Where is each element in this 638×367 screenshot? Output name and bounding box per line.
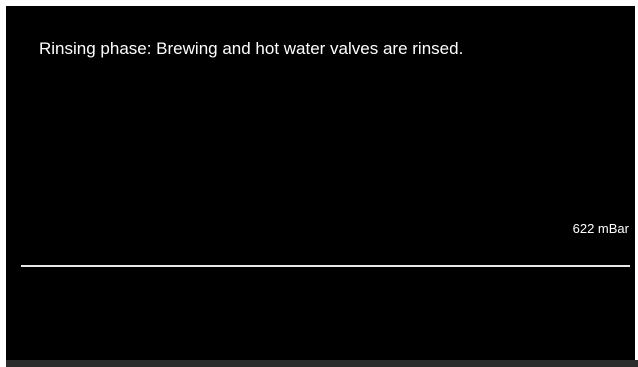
status-message: Rinsing phase: Brewing and hot water val… xyxy=(39,39,464,58)
display-frame: Rinsing phase: Brewing and hot water val… xyxy=(0,0,638,367)
bottom-bar xyxy=(6,360,638,367)
pressure-readout: 622 mBar xyxy=(572,221,629,236)
divider-line xyxy=(21,265,630,267)
display-screen: Rinsing phase: Brewing and hot water val… xyxy=(6,6,635,360)
